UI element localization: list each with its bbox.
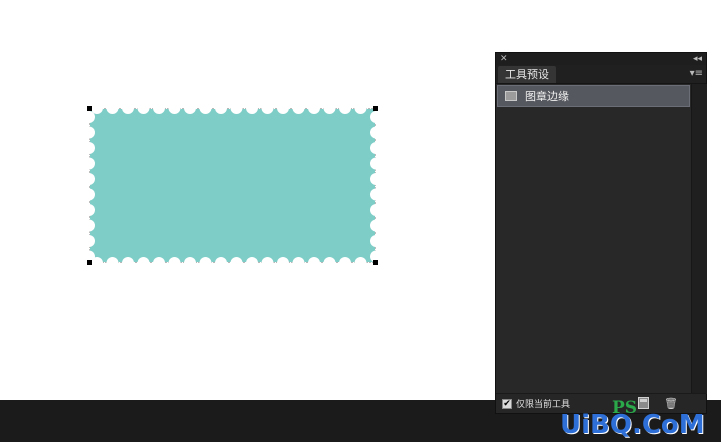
watermark: UiBQ.CoM bbox=[560, 410, 705, 440]
preset-swatch-icon bbox=[505, 91, 517, 101]
transform-handle-bottom-left[interactable] bbox=[87, 260, 92, 265]
stamp-shape[interactable] bbox=[87, 106, 378, 265]
transform-handle-top-right[interactable] bbox=[373, 106, 378, 111]
tab-tool-presets[interactable]: 工具预设 bbox=[498, 66, 556, 83]
close-icon[interactable]: ✕ bbox=[500, 54, 508, 64]
trash-icon[interactable]: 🗑 bbox=[664, 397, 678, 410]
stamp-edge-shape bbox=[89, 108, 376, 263]
panel-menu-icon[interactable]: ▾≡ bbox=[690, 68, 703, 80]
tool-presets-panel: ✕ ◂◂ 工具预设 ▾≡ 图章边缘 ✔ 仅限当前工具 🗑 bbox=[495, 52, 707, 414]
panel-titlebar: ✕ ◂◂ bbox=[496, 53, 706, 65]
preset-list: 图章边缘 bbox=[496, 84, 691, 394]
transform-handle-top-left[interactable] bbox=[87, 106, 92, 111]
list-item[interactable]: 图章边缘 bbox=[497, 85, 690, 107]
scrollbar[interactable] bbox=[691, 84, 707, 394]
transform-handle-bottom-right[interactable] bbox=[373, 260, 378, 265]
collapse-icon[interactable]: ◂◂ bbox=[693, 54, 702, 64]
panel-tab-bar: 工具预设 ▾≡ bbox=[496, 65, 706, 84]
preset-label: 图章边缘 bbox=[525, 90, 569, 103]
current-tool-only-label: 仅限当前工具 bbox=[516, 400, 571, 410]
current-tool-only-checkbox[interactable]: ✔ bbox=[502, 398, 512, 409]
